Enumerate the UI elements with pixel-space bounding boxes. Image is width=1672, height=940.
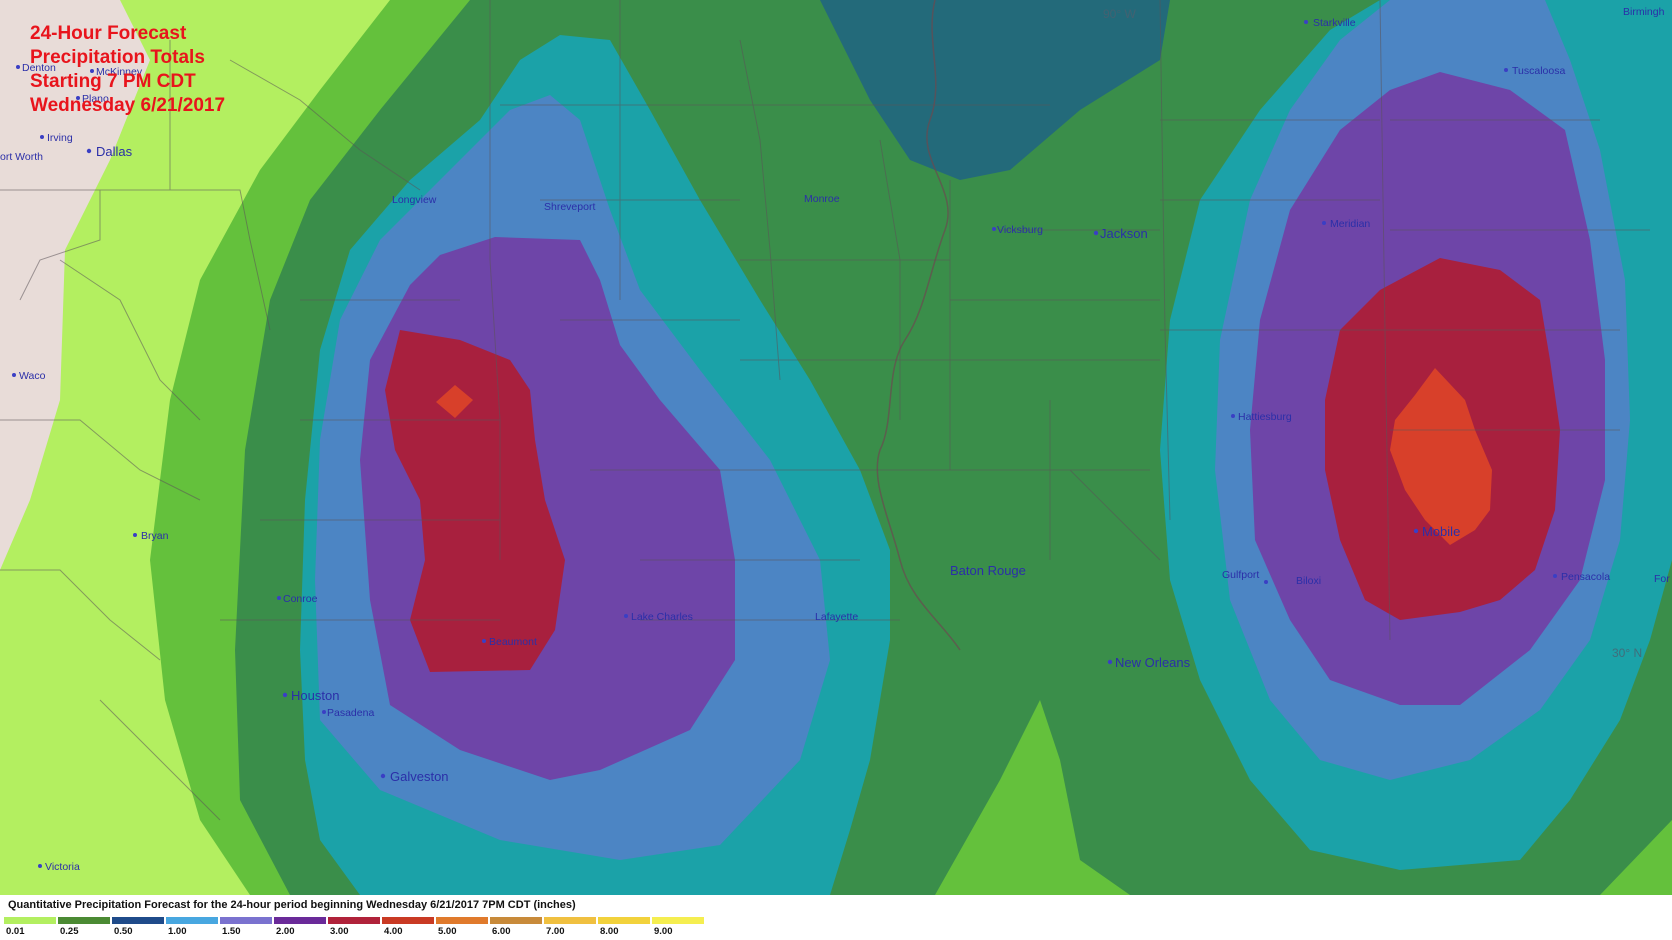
legend-swatch xyxy=(652,917,704,924)
legend-item: 1.00 xyxy=(166,917,220,939)
city-new-orleans: New Orleans xyxy=(1115,655,1191,670)
city-fort-worth: ort Worth xyxy=(0,151,43,163)
legend-item: 5.00 xyxy=(436,917,490,939)
legend-item: 1.50 xyxy=(220,917,274,939)
city-fort-walton: For xyxy=(1654,573,1670,585)
title-line: Precipitation Totals xyxy=(30,47,205,68)
city-vicksburg: Vicksburg xyxy=(997,224,1043,236)
legend-item: 2.00 xyxy=(274,917,328,939)
title-line: Starting 7 PM CDT xyxy=(30,71,196,92)
city-victoria: Victoria xyxy=(45,861,80,873)
city-meridian: Meridian xyxy=(1330,218,1370,230)
legend-value: 1.00 xyxy=(168,926,187,937)
city-conroe: Conroe xyxy=(283,593,318,605)
city-beaumont: Beaumont xyxy=(489,636,537,648)
city-dallas: Dallas xyxy=(96,144,133,159)
legend-swatch xyxy=(382,917,434,924)
city-waco: Waco xyxy=(19,370,46,382)
legend-item: 8.00 xyxy=(598,917,652,939)
city-jackson: Jackson xyxy=(1100,226,1148,241)
legend-swatch xyxy=(220,917,272,924)
legend-item: 9.00 xyxy=(652,917,706,939)
legend-value: 4.00 xyxy=(384,926,403,937)
city-pasadena: Pasadena xyxy=(327,707,374,719)
title-line: Wednesday 6/21/2017 xyxy=(30,95,226,116)
city-gulfport: Gulfport xyxy=(1222,569,1259,581)
legend-value: 6.00 xyxy=(492,926,511,937)
legend-value: 0.01 xyxy=(6,926,25,937)
legend-item: 6.00 xyxy=(490,917,544,939)
legend-swatch xyxy=(112,917,164,924)
city-lafayette: Lafayette xyxy=(815,611,858,623)
graticule-lon-label: 90° W xyxy=(1103,7,1136,21)
city-lake-charles: Lake Charles xyxy=(631,611,693,623)
legend-swatch xyxy=(490,917,542,924)
legend-swatch xyxy=(166,917,218,924)
city-monroe: Monroe xyxy=(804,193,840,205)
legend-value: 7.00 xyxy=(546,926,565,937)
city-mobile: Mobile xyxy=(1422,524,1460,539)
city-biloxi: Biloxi xyxy=(1296,575,1321,587)
city-hattiesburg: Hattiesburg xyxy=(1238,411,1292,423)
city-bryan: Bryan xyxy=(141,530,169,542)
title-line: 24-Hour Forecast xyxy=(30,23,187,44)
legend-swatch xyxy=(598,917,650,924)
legend-item: 4.00 xyxy=(382,917,436,939)
city-pensacola: Pensacola xyxy=(1561,571,1610,583)
legend-swatch xyxy=(436,917,488,924)
city-irving: Irving xyxy=(47,132,73,144)
city-birmingham: Birmingh xyxy=(1623,6,1665,18)
city-shreveport: Shreveport xyxy=(544,201,595,213)
legend-swatch xyxy=(544,917,596,924)
city-longview: Longview xyxy=(392,194,437,206)
legend-title: Quantitative Precipitation Forecast for … xyxy=(8,899,576,911)
graticule-lat-label: 30° N xyxy=(1612,646,1642,660)
legend-item: 7.00 xyxy=(544,917,598,939)
legend-value: 9.00 xyxy=(654,926,673,937)
legend-value: 3.00 xyxy=(330,926,349,937)
city-tuscaloosa: Tuscaloosa xyxy=(1512,65,1565,77)
legend-value: 2.00 xyxy=(276,926,295,937)
legend-item: 3.00 xyxy=(328,917,382,939)
city-galveston: Galveston xyxy=(390,769,449,784)
legend: Quantitative Precipitation Forecast for … xyxy=(0,895,1672,940)
legend-item: 0.25 xyxy=(58,917,112,939)
precipitation-map: 90° W 30° N Denton McKinney Plano Irving… xyxy=(0,0,1672,895)
legend-value: 5.00 xyxy=(438,926,457,937)
city-baton-rouge: Baton Rouge xyxy=(950,563,1026,578)
legend-item: 0.50 xyxy=(112,917,166,939)
map-title: 24-Hour Forecast Precipitation Totals St… xyxy=(30,22,225,118)
legend-value: 0.50 xyxy=(114,926,133,937)
legend-swatch xyxy=(4,917,56,924)
legend-item: 0.01 xyxy=(4,917,58,939)
legend-value: 1.50 xyxy=(222,926,241,937)
legend-scale: 0.01 0.25 0.50 1.00 1.50 2.00 3.00 4.00 5.00 6.00… xyxy=(4,917,706,939)
legend-value: 8.00 xyxy=(600,926,619,937)
legend-swatch xyxy=(58,917,110,924)
legend-swatch xyxy=(274,917,326,924)
city-starkville: Starkville xyxy=(1313,17,1356,29)
legend-value: 0.25 xyxy=(60,926,79,937)
legend-swatch xyxy=(328,917,380,924)
city-houston: Houston xyxy=(291,688,339,703)
